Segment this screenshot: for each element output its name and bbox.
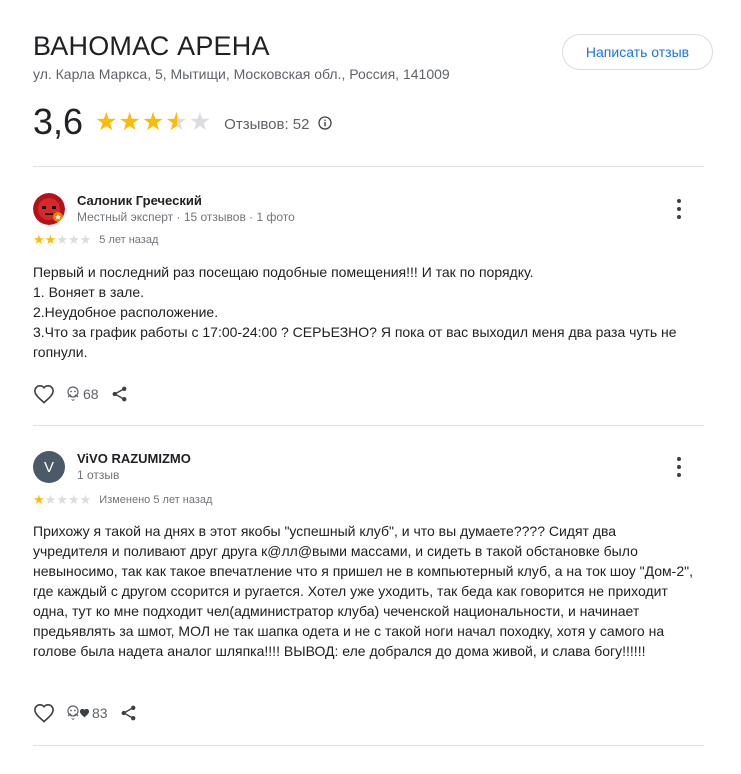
review-rating: ★ ★ ★ ★ ★ Изменено 5 лет назад [33,493,212,506]
more-options-icon[interactable] [676,457,682,477]
empty-star-icon: ★ [56,232,68,247]
star-icon: ★ [44,232,57,247]
empty-star-icon: ★ [188,107,212,136]
star-icon: ★ [33,232,45,247]
avatar[interactable]: V [33,451,65,483]
place-address: ул. Карла Маркса, 5, Мытищи, Московская … [33,66,450,82]
place-header: ВАНОМАС АРЕНА ул. Карла Маркса, 5, Мытищ… [33,30,713,142]
half-star-icon: ★ [165,109,187,135]
likes-count: 68 [83,386,99,402]
review-time: Изменено 5 лет назад [99,493,213,506]
rating-value: 3,6 [33,101,84,142]
divider [33,166,704,167]
review-author-meta: 1 отзыв [77,468,120,482]
empty-star-icon: ★ [67,492,80,507]
star-icon: ★ [95,107,118,136]
share-icon[interactable] [120,704,137,722]
review-author[interactable]: Салоник Греческий [77,193,202,208]
likes-counter[interactable]: 83 [65,705,108,721]
divider [33,745,704,746]
review-stars: ★ ★ ★ ★ ★ [33,233,91,246]
liked-heart-icon [79,708,90,718]
empty-star-icon: ★ [79,232,92,247]
divider [33,425,704,426]
rating-summary: 3,6 ★ ★ ★ ★ ★ Отзывов: 52 [33,101,333,142]
reviews-count: Отзывов: 52 [224,115,310,133]
avatar[interactable] [33,193,65,225]
review-card: Салоник Греческий Местный эксперт · 15 о… [33,193,704,413]
likes-icon [67,386,79,401]
rating-stars: ★ ★ ★ ★ ★ [95,107,212,136]
share-icon[interactable] [111,385,128,403]
like-heart-icon[interactable] [33,703,55,723]
review-text-line: Первый и последний раз посещаю подобные … [33,264,534,280]
review-actions: 68 [33,384,128,404]
review-text: Первый и последний раз посещаю подобные … [33,262,693,362]
empty-star-icon: ★ [79,492,92,507]
more-options-icon[interactable] [676,199,682,219]
like-heart-icon[interactable] [33,384,55,404]
review-text-line: 2.Неудобное расположение. [33,304,219,320]
review-stars: ★ ★ ★ ★ ★ [33,493,91,506]
empty-star-icon: ★ [67,232,80,247]
star-icon: ★ [118,107,141,136]
review-author-meta: Местный эксперт · 15 отзывов · 1 фото [77,210,295,224]
likes-count: 83 [92,705,108,721]
star-icon: ★ [33,492,45,507]
star-icon: ★ [141,107,165,136]
review-text-line: 3.Что за график работы с 17:00-24:00 ? С… [33,324,677,360]
review-time: 5 лет назад [99,233,159,246]
review-text-line: 1. Воняет в зале. [33,284,145,300]
review-rating: ★ ★ ★ ★ ★ 5 лет назад [33,233,158,246]
write-review-button[interactable]: Написать отзыв [562,34,713,70]
review-author[interactable]: ViVO RAZUMIZMO [77,451,191,466]
empty-star-icon: ★ [56,492,68,507]
review-actions: 83 [33,703,137,723]
info-icon[interactable] [318,116,333,130]
likes-counter[interactable]: 68 [65,386,99,402]
empty-star-icon: ★ [44,492,57,507]
review-text: Прихожу я такой на днях в этот якобы "ус… [33,523,693,659]
review-card: V ViVO RAZUMIZMO 1 отзыв ★ ★ ★ ★ ★ Измен… [33,451,704,741]
